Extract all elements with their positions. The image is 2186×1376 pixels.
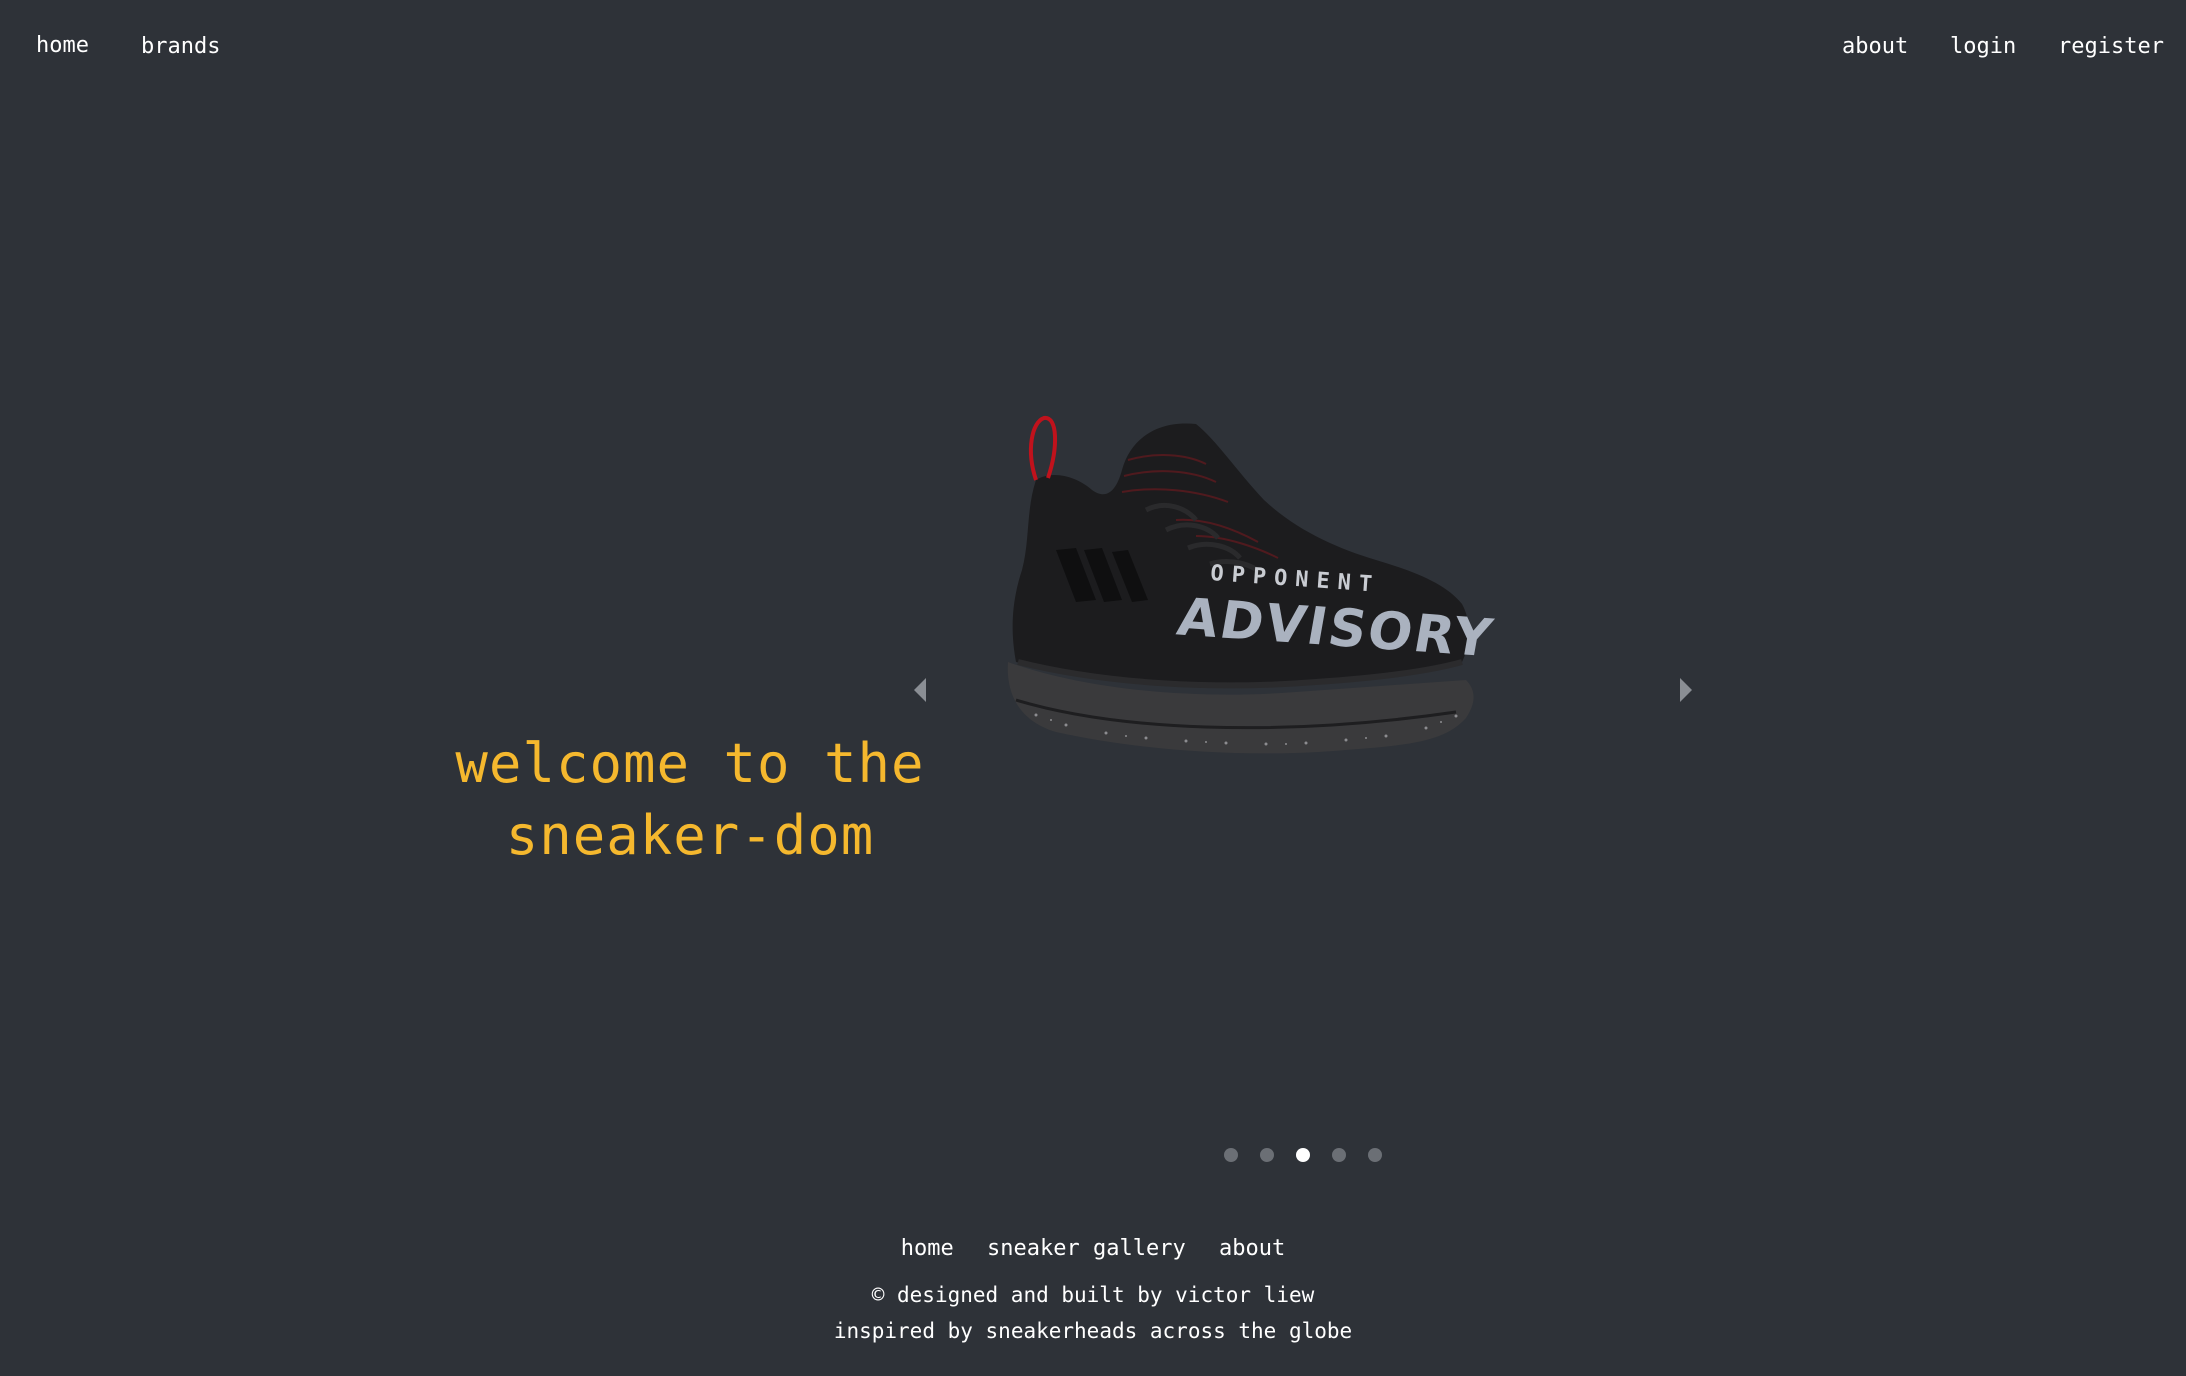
carousel-next-button[interactable] (1670, 670, 1700, 710)
nav-register-link[interactable]: register (2058, 34, 2164, 59)
carousel-prev-button[interactable] (906, 670, 936, 710)
carousel-dot[interactable] (1332, 1148, 1346, 1162)
carousel-dot[interactable] (1296, 1148, 1310, 1162)
footer-sneaker-gallery-link[interactable]: sneaker gallery (987, 1236, 1186, 1261)
footer-credit: © designed and built by victor liew (871, 1283, 1315, 1307)
hero-title-line-2: sneaker-dom (505, 804, 875, 867)
footer-about-link[interactable]: about (1219, 1236, 1285, 1261)
footer-tagline: inspired by sneakerheads across the glob… (833, 1319, 1353, 1343)
hero-title-line-1: welcome to the (455, 732, 925, 795)
sneaker-image: OPPONENT ADVISORY (996, 400, 1516, 780)
hero-title: welcome to the sneaker-dom (440, 728, 940, 872)
carousel-dot[interactable] (1368, 1148, 1382, 1162)
carousel-dot[interactable] (1260, 1148, 1274, 1162)
sneaker-icon: OPPONENT ADVISORY (1007, 416, 1498, 754)
page: home brands about login register welcome… (0, 0, 2186, 1376)
footer-nav: home sneaker gallery about (0, 1236, 2186, 1261)
nav-home-link[interactable]: home (36, 33, 89, 58)
nav-brands-link[interactable]: brands (141, 34, 220, 59)
sneaker-carousel: OPPONENT ADVISORY (900, 380, 1700, 780)
carousel-dot[interactable] (1224, 1148, 1238, 1162)
chevron-left-icon (914, 678, 926, 702)
carousel-indicators (1224, 1148, 1382, 1162)
nav-login-link[interactable]: login (1950, 34, 2016, 59)
nav-about-link[interactable]: about (1842, 34, 1908, 59)
chevron-right-icon (1680, 678, 1692, 702)
footer-home-link[interactable]: home (901, 1236, 954, 1261)
